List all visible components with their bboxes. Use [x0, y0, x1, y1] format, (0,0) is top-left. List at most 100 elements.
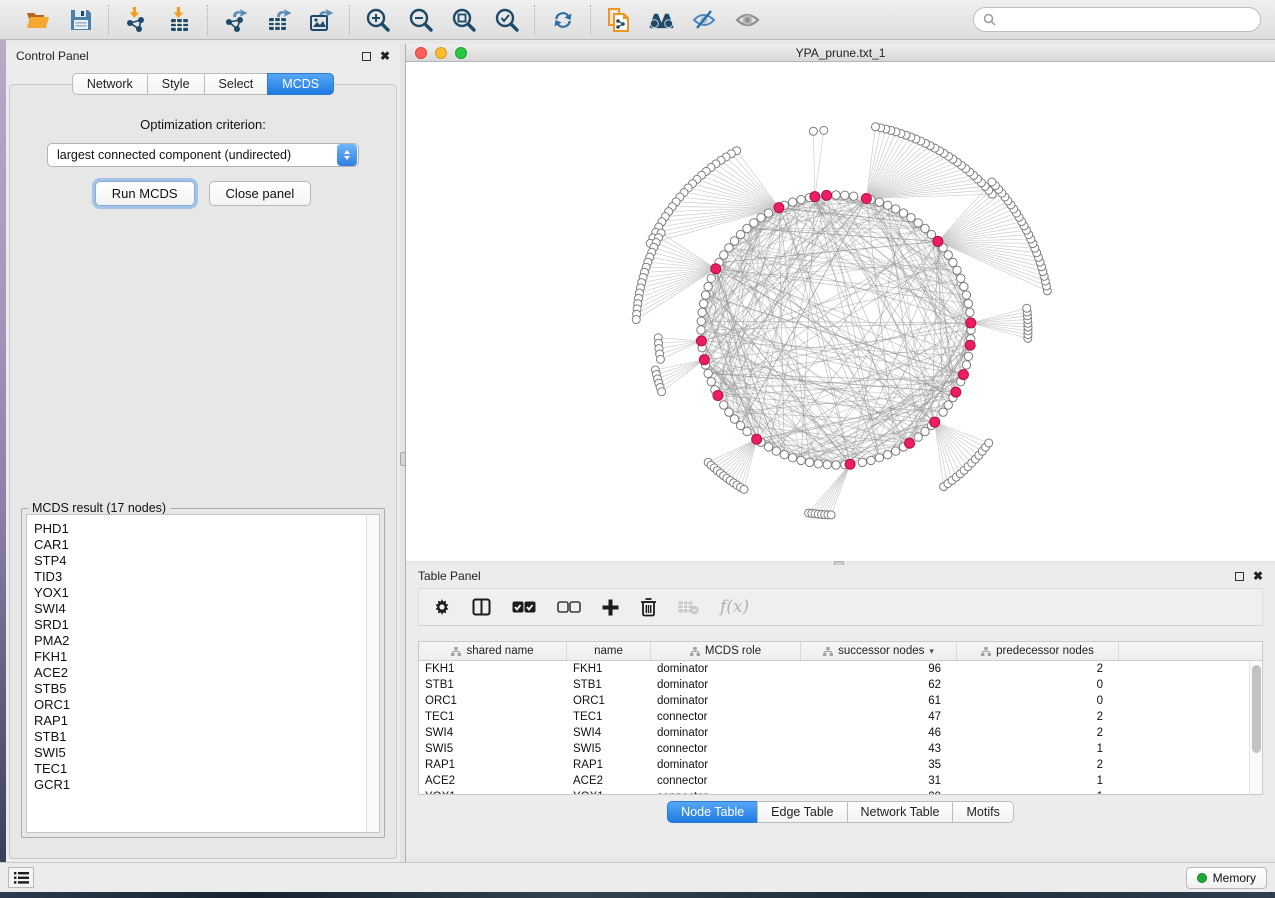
- mcds-result-item[interactable]: ACE2: [34, 665, 366, 681]
- graph-node[interactable]: [949, 258, 957, 266]
- graph-dominator-node[interactable]: [930, 417, 940, 427]
- graph-node[interactable]: [720, 251, 728, 259]
- graph-satellite-node[interactable]: [809, 127, 817, 135]
- mcds-result-item[interactable]: PMA2: [34, 633, 366, 649]
- graph-node[interactable]: [797, 456, 805, 464]
- tab-mcds[interactable]: MCDS: [267, 73, 334, 95]
- graph-node[interactable]: [962, 361, 970, 369]
- graph-dominator-node[interactable]: [965, 340, 975, 350]
- tab-network-table[interactable]: Network Table: [847, 801, 953, 823]
- graph-node[interactable]: [867, 456, 875, 464]
- table-row[interactable]: SWI5SWI5connector431: [419, 741, 1262, 757]
- run-mcds-button[interactable]: Run MCDS: [95, 181, 195, 206]
- column-header-name[interactable]: name: [567, 642, 651, 660]
- graph-dominator-node[interactable]: [752, 434, 762, 444]
- graph-satellite-node[interactable]: [827, 511, 835, 519]
- graph-node[interactable]: [960, 282, 968, 290]
- float-window-icon[interactable]: [362, 52, 371, 61]
- table-row[interactable]: ORC1ORC1dominator610: [419, 693, 1262, 709]
- mcds-result-item[interactable]: PHD1: [34, 521, 366, 537]
- graph-dominator-node[interactable]: [810, 192, 820, 202]
- export-image-icon[interactable]: [308, 6, 335, 33]
- column-header-predecessor-nodes[interactable]: predecessor nodes: [957, 642, 1119, 660]
- graph-node[interactable]: [962, 291, 970, 299]
- graph-node[interactable]: [875, 198, 883, 206]
- graph-node[interactable]: [914, 219, 922, 227]
- share-document-icon[interactable]: [605, 6, 632, 33]
- graph-node[interactable]: [780, 451, 788, 459]
- graph-dominator-node[interactable]: [822, 190, 832, 200]
- column-header-successor-nodes[interactable]: successor nodes▾: [801, 642, 957, 660]
- zoom-selected-icon[interactable]: [493, 6, 520, 33]
- column-header-shared-name[interactable]: shared name: [419, 642, 567, 660]
- mcds-result-item[interactable]: FKH1: [34, 649, 366, 665]
- optimization-criterion-select[interactable]: largest connected component (undirected): [47, 143, 359, 167]
- graph-node[interactable]: [788, 198, 796, 206]
- graph-dominator-node[interactable]: [774, 203, 784, 213]
- graph-node[interactable]: [764, 443, 772, 451]
- graph-node[interactable]: [788, 454, 796, 462]
- graph-node[interactable]: [921, 224, 929, 232]
- table-options-icon[interactable]: [433, 598, 451, 616]
- graph-satellite-node[interactable]: [820, 126, 828, 134]
- graph-node[interactable]: [883, 201, 891, 209]
- table-row[interactable]: SWI4SWI4dominator462: [419, 725, 1262, 741]
- graph-node[interactable]: [699, 299, 707, 307]
- add-column-icon[interactable]: [602, 599, 619, 616]
- graph-satellite-node[interactable]: [1023, 304, 1031, 312]
- graph-node[interactable]: [743, 427, 751, 435]
- graph-dominator-node[interactable]: [905, 438, 915, 448]
- delete-column-icon[interactable]: [640, 598, 657, 617]
- graph-node[interactable]: [697, 317, 705, 325]
- graph-satellite-node[interactable]: [740, 485, 748, 493]
- graph-node[interactable]: [707, 377, 715, 385]
- graph-satellite-node[interactable]: [985, 439, 993, 447]
- mcds-result-item[interactable]: SWI5: [34, 745, 366, 761]
- graph-node[interactable]: [944, 401, 952, 409]
- graph-node[interactable]: [725, 408, 733, 416]
- table-row[interactable]: RAP1RAP1dominator352: [419, 757, 1262, 773]
- network-window-titlebar[interactable]: YPA_prune.txt_1: [406, 44, 1275, 62]
- mcds-result-item[interactable]: YOX1: [34, 585, 366, 601]
- graph-node[interactable]: [892, 205, 900, 213]
- open-file-icon[interactable]: [24, 6, 51, 33]
- graph-dominator-node[interactable]: [699, 355, 709, 365]
- mcds-result-item[interactable]: STP4: [34, 553, 366, 569]
- export-network-icon[interactable]: [222, 6, 249, 33]
- graph-dominator-node[interactable]: [958, 370, 968, 380]
- task-history-button[interactable]: [8, 867, 34, 888]
- graph-node[interactable]: [757, 214, 765, 222]
- mcds-result-item[interactable]: CAR1: [34, 537, 366, 553]
- graph-node[interactable]: [939, 408, 947, 416]
- graph-node[interactable]: [814, 460, 822, 468]
- table-row[interactable]: STB1STB1dominator620: [419, 677, 1262, 693]
- deselect-all-icon[interactable]: [557, 601, 581, 614]
- mcds-result-item[interactable]: STB5: [34, 681, 366, 697]
- export-table-icon[interactable]: [265, 6, 292, 33]
- graph-dominator-node[interactable]: [845, 459, 855, 469]
- graph-dominator-node[interactable]: [951, 387, 961, 397]
- close-panel-button[interactable]: Close panel: [209, 181, 312, 206]
- graph-satellite-node[interactable]: [658, 388, 666, 396]
- select-all-icon[interactable]: [512, 601, 536, 614]
- table-row[interactable]: ACE2ACE2connector311: [419, 773, 1262, 789]
- mcds-result-item[interactable]: TEC1: [34, 761, 366, 777]
- graph-node[interactable]: [832, 461, 840, 469]
- graph-node[interactable]: [899, 209, 907, 217]
- mcds-result-item[interactable]: SRD1: [34, 617, 366, 633]
- save-session-icon[interactable]: [67, 6, 94, 33]
- graph-node[interactable]: [697, 326, 705, 334]
- delete-table-icon[interactable]: [678, 600, 699, 615]
- network-canvas[interactable]: [406, 62, 1275, 560]
- tab-style[interactable]: Style: [147, 73, 204, 95]
- float-table-panel-icon[interactable]: [1235, 572, 1244, 581]
- mcds-list-scrollbar[interactable]: [366, 515, 379, 832]
- graph-node[interactable]: [841, 191, 849, 199]
- graph-node[interactable]: [750, 219, 758, 227]
- graph-node[interactable]: [964, 352, 972, 360]
- graph-dominator-node[interactable]: [711, 264, 721, 274]
- graph-dominator-node[interactable]: [713, 390, 723, 400]
- table-row[interactable]: YOX1YOX1connector291: [419, 789, 1262, 795]
- graph-node[interactable]: [944, 251, 952, 259]
- tab-select[interactable]: Select: [204, 73, 268, 95]
